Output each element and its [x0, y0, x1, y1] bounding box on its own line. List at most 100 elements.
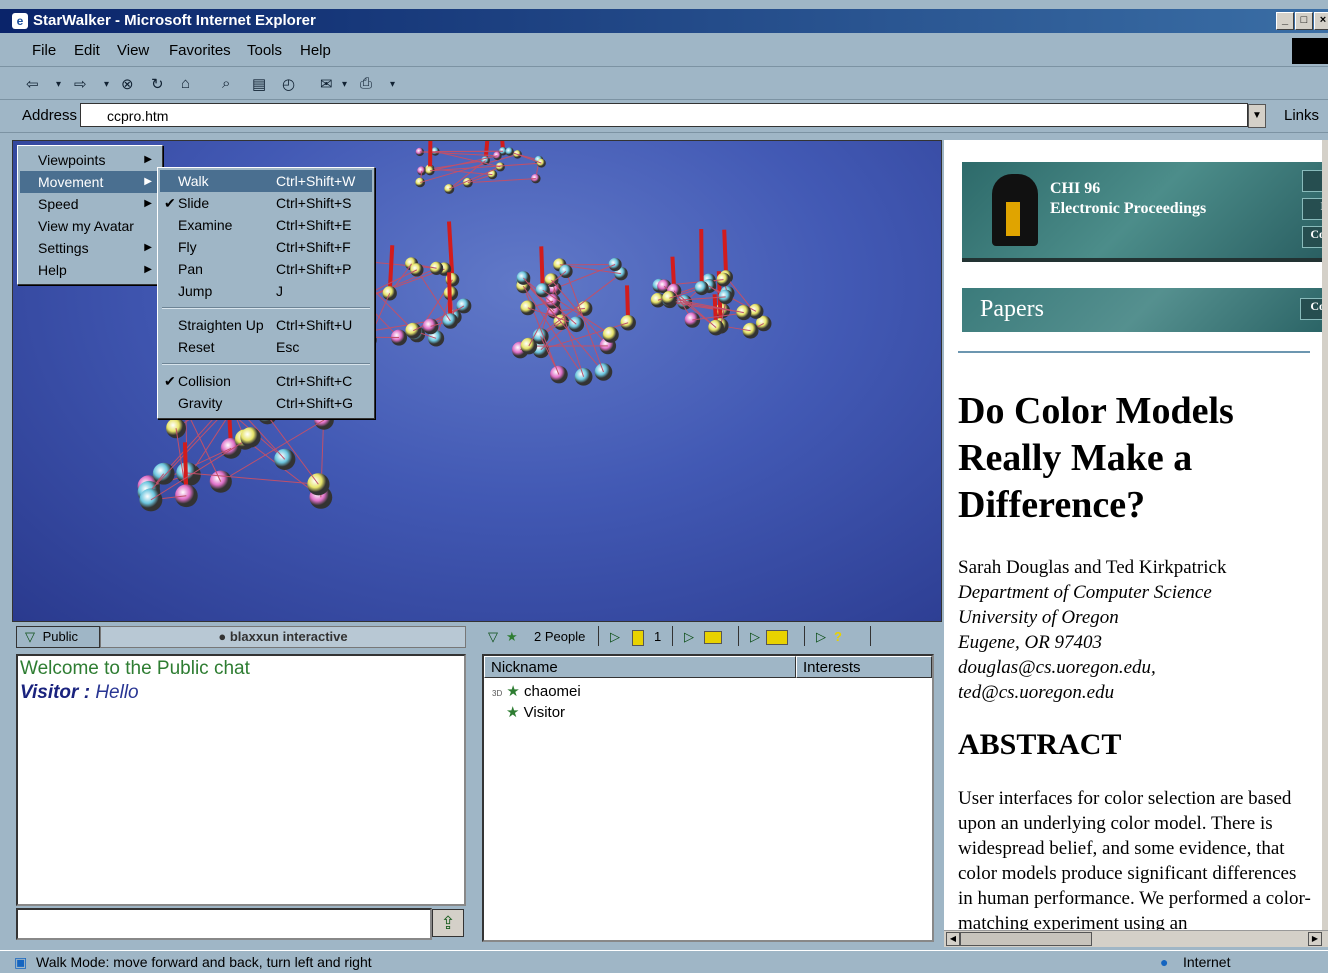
people-panel: ▽ ★ 2 People ▷ 1 ▷ ▷ ▷ ? Nickname Intere…	[478, 624, 938, 942]
triangle-down-icon[interactable]: ▽	[488, 626, 498, 648]
paper-title: Do Color Models Really Make a Difference…	[958, 388, 1318, 529]
chat-message: Visitor : Hello	[20, 682, 462, 704]
vrml-3d-view[interactable]: Viewpoints▶ Movement▶ Speed▶ View my Ava…	[12, 140, 942, 622]
node-sphere[interactable]	[743, 323, 759, 339]
chat-welcome: Welcome to the Public chat	[20, 658, 462, 680]
help-icon[interactable]: ?	[834, 626, 842, 648]
menu-help[interactable]: Help	[300, 42, 331, 59]
menu-item-examine[interactable]: ExamineCtrl+Shift+E	[160, 214, 372, 236]
print-button[interactable]: ⎙	[360, 75, 372, 92]
mail-button[interactable]: ✉	[320, 75, 333, 93]
nav-button[interactable]: I	[1302, 198, 1322, 220]
menu-item-help[interactable]: Help▶	[20, 259, 160, 281]
close-button[interactable]: ×	[1314, 12, 1328, 30]
people-icon: ★	[506, 626, 518, 648]
divider	[958, 351, 1310, 353]
movement-submenu: WalkCtrl+Shift+W ✔SlideCtrl+Shift+S Exam…	[157, 167, 375, 419]
tab-public[interactable]: ▽ Public	[16, 626, 100, 648]
back-dropdown-icon[interactable]: ▾	[56, 79, 61, 90]
node-sphere[interactable]	[517, 271, 531, 285]
menu-tools[interactable]: Tools	[247, 42, 282, 59]
search-button[interactable]: ⌕	[222, 75, 230, 92]
send-button[interactable]: ⇪	[432, 909, 464, 937]
address-input[interactable]: ccpro.htm	[80, 103, 1248, 127]
menu-item-fly[interactable]: FlyCtrl+Shift+F	[160, 236, 372, 258]
menu-item-collision[interactable]: ✔CollisionCtrl+Shift+C	[160, 370, 372, 392]
home-button[interactable]: ⌂	[181, 75, 190, 92]
node-sphere[interactable]	[575, 368, 593, 386]
back-button[interactable]: ⇦	[26, 75, 39, 93]
menu-item-walk[interactable]: WalkCtrl+Shift+W	[160, 170, 372, 192]
chat-input[interactable]	[16, 908, 432, 940]
node-sphere[interactable]	[423, 319, 439, 335]
menu-item-slide[interactable]: ✔SlideCtrl+Shift+S	[160, 192, 372, 214]
menu-item-speed[interactable]: Speed▶	[20, 193, 160, 215]
menu-item-movement[interactable]: Movement▶	[20, 171, 160, 193]
links-button[interactable]: Links	[1284, 107, 1319, 124]
blaxxun-logo-icon: ●	[218, 629, 226, 644]
node-sphere[interactable]	[537, 159, 546, 168]
scroll-thumb[interactable]	[960, 932, 1092, 946]
list-item[interactable]: ★ Visitor	[506, 703, 565, 723]
screen-icon[interactable]	[766, 630, 788, 645]
menu-view[interactable]: View	[117, 42, 149, 59]
list-item[interactable]: 3D ★ chaomei	[492, 682, 581, 702]
scroll-right-icon[interactable]: ▶	[1308, 932, 1322, 946]
print-dropdown-icon[interactable]: ▾	[390, 79, 395, 90]
menu-item-gravity[interactable]: GravityCtrl+Shift+G	[160, 392, 372, 414]
nav-button[interactable]: Co	[1300, 298, 1322, 320]
menu-item-straighten-up[interactable]: Straighten UpCtrl+Shift+U	[160, 314, 372, 336]
status-bar: ▣ Walk Mode: move forward and back, turn…	[0, 950, 1328, 973]
node-sphere[interactable]	[456, 299, 471, 314]
email-2[interactable]: ted@cs.uoregon.edu	[958, 680, 1114, 705]
menu-item-view-avatar[interactable]: View my Avatar	[20, 215, 160, 237]
column-nickname[interactable]: Nickname	[484, 656, 796, 678]
forward-button[interactable]: ⇨	[74, 75, 87, 93]
stop-button[interactable]: ⊗	[121, 75, 134, 93]
card-icon[interactable]	[704, 631, 722, 644]
papers-banner[interactable]: Papers Co	[962, 288, 1322, 332]
menu-file[interactable]: File	[32, 42, 56, 59]
nav-button[interactable]	[1302, 170, 1322, 192]
menu-edit[interactable]: Edit	[74, 42, 100, 59]
horizontal-scrollbar[interactable]: ◀ ▶	[944, 930, 1328, 947]
menu-item-reset[interactable]: ResetEsc	[160, 336, 372, 358]
menu-item-viewpoints[interactable]: Viewpoints▶	[20, 149, 160, 171]
maximize-button[interactable]: □	[1295, 12, 1313, 30]
node-sphere[interactable]	[415, 178, 425, 188]
banner-title: CHI 96	[1050, 180, 1100, 198]
vertical-scrollbar[interactable]	[1322, 140, 1328, 930]
menu-separator	[162, 363, 370, 365]
scroll-left-icon[interactable]: ◀	[946, 932, 960, 946]
minimize-button[interactable]: _	[1276, 12, 1294, 30]
history-button[interactable]: ◴	[282, 75, 295, 93]
favorites-button[interactable]: ▤	[252, 75, 266, 93]
node-sphere[interactable]	[736, 305, 751, 320]
play-icon[interactable]: ▷	[816, 626, 826, 648]
menu-item-pan[interactable]: PanCtrl+Shift+P	[160, 258, 372, 280]
column-interests[interactable]: Interests	[796, 656, 932, 678]
address-dropdown-icon[interactable]: ▼	[1248, 104, 1266, 128]
node-sphere[interactable]	[240, 427, 260, 447]
mail-dropdown-icon[interactable]: ▾	[342, 79, 347, 90]
door-icon[interactable]	[632, 630, 644, 646]
forward-dropdown-icon[interactable]: ▾	[104, 79, 109, 90]
node-sphere[interactable]	[505, 147, 513, 155]
refresh-button[interactable]: ↻	[151, 75, 164, 93]
play-icon[interactable]: ▷	[684, 626, 694, 648]
address-label: Address	[22, 107, 77, 124]
figure-icon	[1006, 202, 1020, 236]
node-sphere[interactable]	[603, 327, 619, 343]
menu-favorites[interactable]: Favorites	[169, 42, 231, 59]
play-icon[interactable]: ▷	[750, 626, 760, 648]
chat-log[interactable]: Welcome to the Public chat Visitor : Hel…	[16, 654, 466, 906]
node-sphere[interactable]	[695, 281, 709, 295]
link-line	[523, 278, 603, 372]
nav-button[interactable]: Co	[1302, 226, 1322, 248]
email-1[interactable]: douglas@cs.uoregon.edu,	[958, 655, 1156, 680]
chi96-banner[interactable]: CHI 96 Electronic Proceedings I Co	[962, 162, 1322, 262]
section-title: Papers	[980, 296, 1044, 323]
play-icon[interactable]: ▷	[610, 626, 620, 648]
menu-item-jump[interactable]: JumpJ	[160, 280, 372, 302]
menu-item-settings[interactable]: Settings▶	[20, 237, 160, 259]
